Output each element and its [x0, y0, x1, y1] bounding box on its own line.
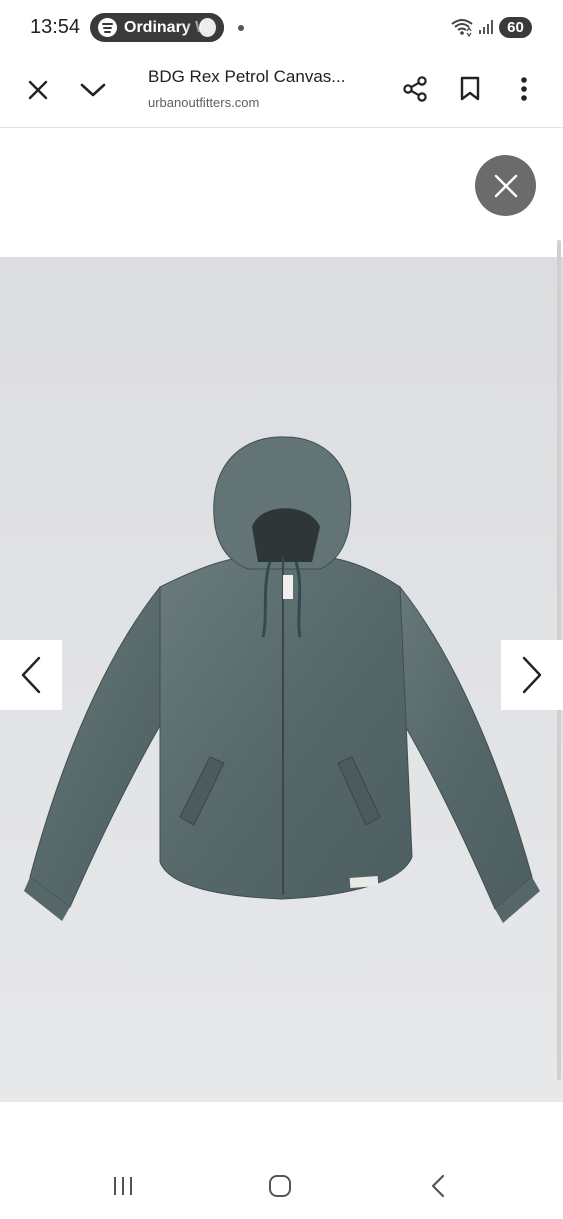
- more-options-button[interactable]: [504, 69, 544, 109]
- more-vert-icon: [521, 77, 527, 101]
- close-icon: [28, 80, 48, 100]
- status-bar: 13:54 Ordinary W 60: [0, 0, 563, 56]
- notification-dot-icon: [238, 25, 244, 31]
- chevron-right-icon: [522, 656, 542, 694]
- chevron-left-icon: [21, 656, 41, 694]
- chevron-down-icon: [80, 83, 106, 97]
- media-progress-icon: [199, 18, 216, 37]
- recents-icon: [114, 1177, 132, 1195]
- recents-button[interactable]: [103, 1168, 143, 1204]
- home-button[interactable]: [260, 1168, 300, 1204]
- share-icon: [403, 76, 427, 102]
- signal-icon: [479, 20, 493, 34]
- spotify-icon: [98, 18, 117, 37]
- jacket-illustration: [0, 257, 563, 1102]
- collapse-tab-button[interactable]: [73, 70, 113, 110]
- close-tab-button[interactable]: [18, 70, 58, 110]
- previous-image-button[interactable]: [0, 640, 62, 710]
- status-time: 13:54: [30, 16, 81, 38]
- back-button[interactable]: [418, 1168, 458, 1204]
- bookmark-button[interactable]: [450, 69, 490, 109]
- bookmark-icon: [460, 76, 480, 101]
- close-gallery-button[interactable]: [475, 155, 536, 216]
- wifi-icon: [451, 19, 473, 37]
- close-icon: [494, 174, 517, 197]
- page-title: BDG Rex Petrol Canvas...: [148, 67, 346, 86]
- share-button[interactable]: [395, 69, 435, 109]
- custom-tab-toolbar: BDG Rex Petrol Canvas... urbanoutfitters…: [0, 56, 563, 128]
- next-image-button[interactable]: [501, 640, 563, 710]
- page-url: urbanoutfitters.com: [148, 95, 260, 110]
- product-image: [0, 257, 563, 1102]
- media-chip[interactable]: Ordinary W: [90, 13, 224, 42]
- battery-indicator: 60: [499, 17, 532, 38]
- system-nav-bar: [0, 1150, 563, 1219]
- home-icon: [269, 1175, 291, 1197]
- back-icon: [431, 1174, 445, 1198]
